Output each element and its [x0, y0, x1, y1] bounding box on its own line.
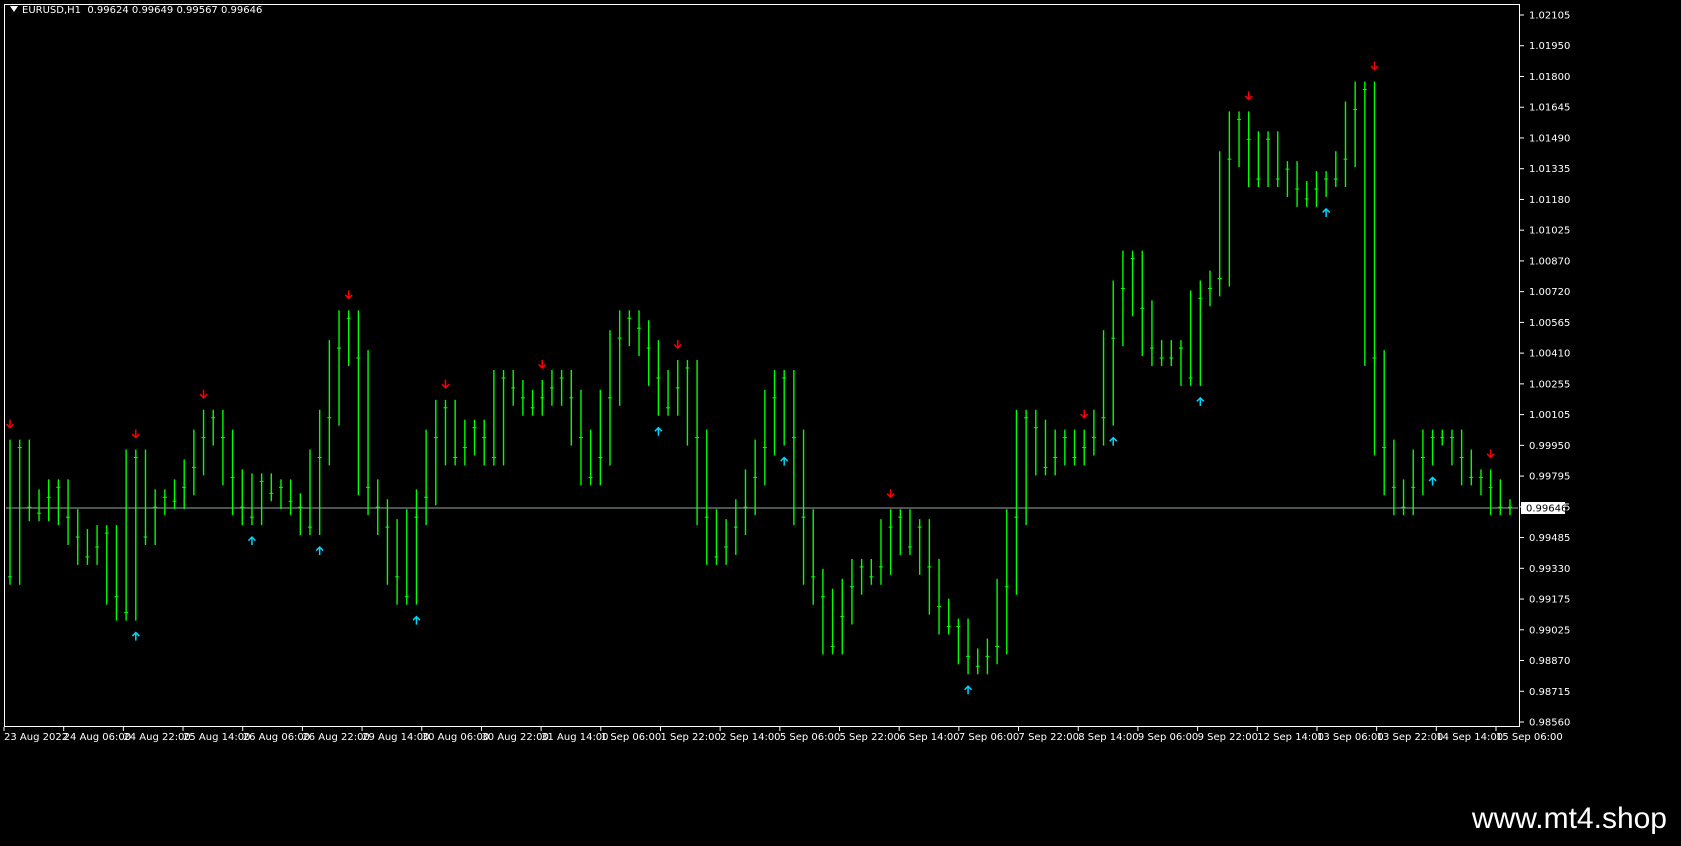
price-axis-label: 0.99950	[1529, 441, 1570, 452]
price-axis-label: 1.00255	[1529, 379, 1570, 390]
buy-signal-arrow-icon	[1428, 476, 1437, 486]
symbol-name: EURUSD,H1	[22, 5, 82, 16]
price-axis-label: 0.99795	[1529, 472, 1570, 483]
time-axis-label: 6 Sep 14:00	[899, 732, 959, 743]
time-axis-label: 31 Aug 14:00	[541, 732, 608, 743]
ohlc-values: 0.99624 0.99649 0.99567 0.99646	[87, 5, 263, 16]
time-axis-label: 23 Aug 2022	[4, 732, 68, 743]
time-axis-label: 13 Sep 06:00	[1317, 732, 1384, 743]
time-axis-label: 2 Sep 14:00	[720, 732, 780, 743]
chart-frame	[4, 4, 1520, 727]
time-axis-label: 12 Sep 14:00	[1257, 732, 1324, 743]
buy-signal-arrow-icon	[1109, 436, 1118, 446]
time-axis-label: 13 Sep 22:00	[1377, 732, 1444, 743]
sell-signal-arrow-icon	[1486, 449, 1495, 459]
price-axis-label: 1.00870	[1529, 256, 1570, 267]
price-axis-label: 0.98870	[1529, 656, 1570, 667]
price-axis-label: 1.01025	[1529, 226, 1570, 237]
time-axis-label: 29 Aug 14:00	[362, 732, 429, 743]
price-chart[interactable]: 1.02105 1.01950 1.01800 1.01645 1.01490 1.013…	[0, 0, 1681, 800]
sell-signal-arrow-icon	[1370, 61, 1379, 71]
price-axis-label: 1.01180	[1529, 195, 1570, 206]
price-axis-label: 1.01950	[1529, 41, 1570, 52]
time-axis-label: 9 Sep 22:00	[1198, 732, 1258, 743]
sell-signal-arrow-icon	[1244, 91, 1253, 101]
price-axis-label: 1.02105	[1529, 11, 1570, 22]
sell-signal-arrow-icon	[886, 489, 895, 499]
time-axis-label: 26 Aug 06:00	[243, 732, 310, 743]
symbol-header: EURUSD,H1 0.99624 0.99649 0.99567 0.9964…	[10, 5, 262, 16]
current-price-tag: 0.99646	[1521, 502, 1567, 515]
price-axis-label: 1.01335	[1529, 164, 1570, 175]
signal-arrows	[5, 61, 1495, 695]
time-axis-label: 26 Aug 22:00	[302, 732, 369, 743]
time-axis-label: 30 Aug 22:00	[481, 732, 548, 743]
time-axis-label: 30 Aug 06:00	[422, 732, 489, 743]
time-axis-label: 14 Sep 14:00	[1436, 732, 1503, 743]
price-axis-label: 1.00410	[1529, 349, 1570, 360]
time-axis-label: 9 Sep 06:00	[1138, 732, 1198, 743]
sell-signal-arrow-icon	[673, 340, 682, 350]
price-axis-label: 1.01800	[1529, 72, 1570, 83]
time-axis: 23 Aug 202224 Aug 06:0024 Aug 22:0025 Au…	[3, 727, 1563, 743]
time-axis-label: 25 Aug 14:00	[183, 732, 250, 743]
buy-signal-arrow-icon	[1196, 396, 1205, 406]
time-axis-label: 15 Sep 06:00	[1496, 732, 1563, 743]
buy-signal-arrow-icon	[1322, 207, 1331, 217]
collapse-triangle-icon[interactable]	[10, 6, 18, 12]
price-axis-label: 0.99025	[1529, 625, 1570, 636]
buy-signal-arrow-icon	[247, 536, 256, 546]
price-axis-label: 0.98715	[1529, 687, 1570, 698]
buy-signal-arrow-icon	[412, 615, 421, 625]
price-axis-label: 1.00105	[1529, 410, 1570, 421]
price-axis: 1.02105 1.01950 1.01800 1.01645 1.01490 1.013…	[1520, 11, 1570, 729]
price-axis-label: 1.01490	[1529, 133, 1570, 144]
time-axis-label: 5 Sep 22:00	[840, 732, 900, 743]
time-axis-label: 24 Aug 06:00	[64, 732, 131, 743]
sell-signal-arrow-icon	[344, 290, 353, 300]
price-axis-label: 1.00720	[1529, 287, 1570, 298]
time-axis-label: 8 Sep 14:00	[1078, 732, 1138, 743]
buy-signal-arrow-icon	[131, 631, 140, 641]
price-bars	[8, 81, 1512, 675]
price-axis-label: 0.99330	[1529, 564, 1570, 575]
sell-signal-arrow-icon	[441, 379, 450, 389]
time-axis-label: 7 Sep 22:00	[1019, 732, 1079, 743]
buy-signal-arrow-icon	[654, 426, 663, 436]
sell-signal-arrow-icon	[131, 429, 140, 439]
sell-signal-arrow-icon	[538, 359, 547, 369]
time-axis-label: 24 Aug 22:00	[123, 732, 190, 743]
time-axis-label: 7 Sep 06:00	[959, 732, 1019, 743]
watermark: www.mt4.shop	[1471, 802, 1667, 835]
sell-signal-arrow-icon	[1080, 409, 1089, 419]
current-price-label: 0.99646	[1526, 504, 1567, 515]
sell-signal-arrow-icon	[5, 419, 15, 429]
buy-signal-arrow-icon	[780, 456, 789, 466]
price-axis-label: 0.99175	[1529, 595, 1570, 606]
price-axis-label: 1.01645	[1529, 103, 1570, 114]
sell-signal-arrow-icon	[199, 389, 208, 399]
price-axis-label: 0.99485	[1529, 533, 1570, 544]
buy-signal-arrow-icon	[964, 685, 973, 695]
time-axis-label: 1 Sep 06:00	[601, 732, 661, 743]
buy-signal-arrow-icon	[315, 545, 324, 556]
price-axis-label: 0.98560	[1529, 718, 1570, 729]
time-axis-label: 5 Sep 06:00	[780, 732, 840, 743]
price-axis-label: 1.00565	[1529, 318, 1570, 329]
time-axis-label: 1 Sep 22:00	[660, 732, 720, 743]
